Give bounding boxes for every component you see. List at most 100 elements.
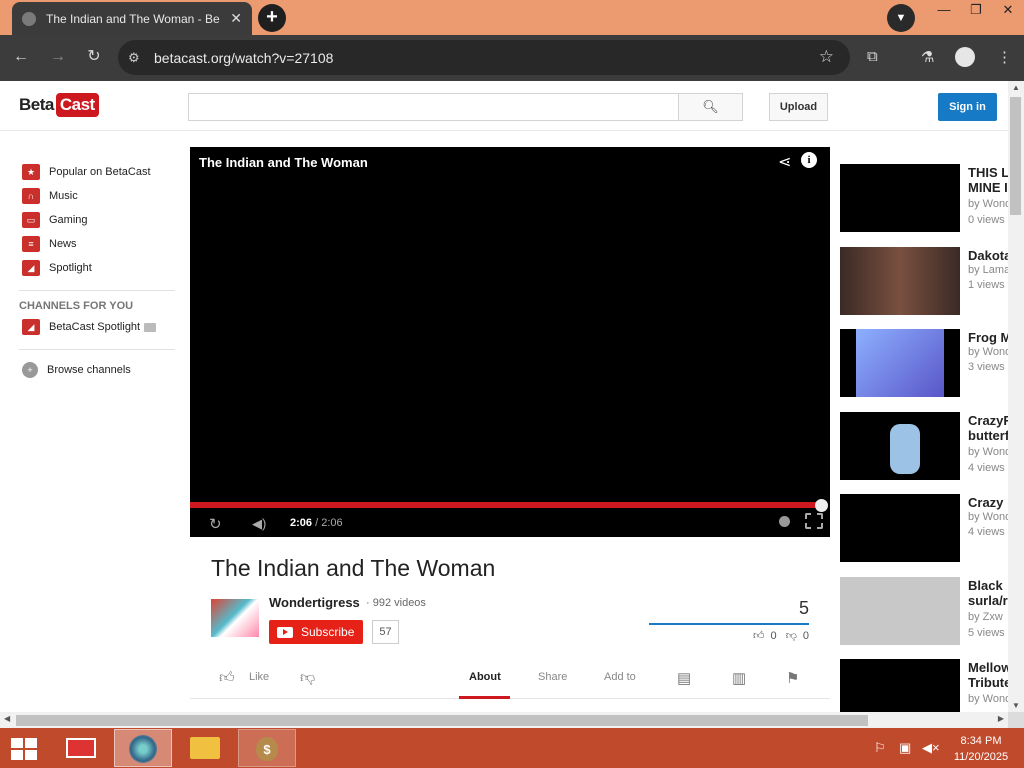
transcript-icon[interactable]: ▤ <box>677 669 691 687</box>
video-thumbnail[interactable] <box>840 659 960 712</box>
related-title[interactable]: Mellow <box>968 660 1008 675</box>
related-channel: by Wond <box>968 446 1008 458</box>
scroll-left-arrow-icon[interactable]: ◀ <box>4 714 10 723</box>
related-title-line2[interactable]: butterf <box>968 428 1008 443</box>
search-button[interactable]: 🔍︎ <box>678 93 743 121</box>
taskbar-app-browser[interactable] <box>114 729 172 767</box>
close-window-button[interactable]: ✕ <box>992 0 1024 22</box>
related-title[interactable]: Frog M <box>968 330 1008 345</box>
browse-channels[interactable]: + Browse channels <box>22 361 131 379</box>
volume-icon[interactable]: ◀) <box>252 516 266 532</box>
taskbar-app-files[interactable] <box>176 729 234 767</box>
tab-close-icon[interactable]: ✕ <box>230 10 242 27</box>
like-icon[interactable]: 👍︎ <box>219 669 235 687</box>
flag-notification-icon[interactable]: ⚐ <box>874 740 886 756</box>
info-icon[interactable]: i <box>801 152 817 168</box>
share-icon[interactable]: ⋖ <box>778 152 791 172</box>
restore-button[interactable]: ❐ <box>960 0 992 22</box>
related-video[interactable]: Dakota by Lama 1 views <box>840 247 1008 315</box>
related-channel: by Wond <box>968 511 1008 523</box>
tab-about[interactable]: About <box>469 671 501 683</box>
related-video[interactable]: CrazyF butterf by Wond 4 views <box>840 412 1008 480</box>
profile-avatar-icon[interactable] <box>955 47 975 67</box>
scrubber-handle[interactable] <box>815 499 828 512</box>
labs-flask-icon[interactable]: ⚗ <box>921 48 934 66</box>
dislike-icon[interactable]: 👎︎ <box>300 669 315 687</box>
scrollbar-thumb[interactable] <box>16 715 868 726</box>
video-player[interactable]: The Indian and The Woman ⋖ i ↻ ◀) 2:06 /… <box>190 147 830 537</box>
minimize-button[interactable]: — <box>928 0 960 22</box>
video-thumbnail[interactable] <box>840 494 960 562</box>
related-video[interactable]: THIS LITTLE MINE I by Wond 0 views <box>840 164 1008 232</box>
video-thumbnail[interactable] <box>840 164 960 232</box>
volume-muted-icon[interactable]: ◀× <box>922 740 940 756</box>
replay-icon[interactable]: ↻ <box>209 515 222 533</box>
tab-search-button[interactable]: ▼ <box>887 4 915 32</box>
site-info-icon[interactable]: ⚙ <box>128 50 140 66</box>
menu-dots-icon[interactable]: ⋮ <box>997 48 1012 66</box>
total-time: / 2:06 <box>315 517 343 529</box>
taskbar-app-money[interactable]: $ <box>238 729 296 767</box>
related-title[interactable]: THIS LITTLE <box>968 165 1008 180</box>
related-title[interactable]: Dakota <box>968 248 1008 263</box>
like-button[interactable]: Like <box>249 671 269 683</box>
bookmark-star-icon[interactable]: ☆ <box>819 47 834 67</box>
taskbar-clock[interactable]: 8:34 PM 11/20/2025 <box>950 733 1012 765</box>
extensions-icon[interactable]: ⧉ <box>867 48 878 65</box>
related-title[interactable]: CrazyF <box>968 413 1008 428</box>
guide-item-gaming[interactable]: ▭ Gaming <box>22 211 88 229</box>
browser-tab[interactable]: The Indian and The Woman - Be ✕ <box>12 2 252 35</box>
guide-item-music[interactable]: ∩ Music <box>22 187 78 205</box>
guide-item-popular[interactable]: ★ Popular on BetaCast <box>22 163 151 181</box>
video-count: · 992 videos <box>366 597 426 609</box>
video-thumbnail[interactable] <box>840 247 960 315</box>
video-thumbnail[interactable] <box>840 329 960 397</box>
tab-add-to[interactable]: Add to <box>604 671 636 683</box>
reload-icon[interactable]: ↻ <box>83 46 105 68</box>
back-arrow-icon[interactable]: ← <box>10 46 32 68</box>
forward-arrow-icon[interactable]: → <box>47 46 69 68</box>
flag-icon[interactable]: ⚑ <box>786 669 799 687</box>
horizontal-scrollbar[interactable]: ◀ ▶ <box>0 712 1008 728</box>
related-video[interactable]: Frog M by Wond 3 views <box>840 329 1008 397</box>
address-bar[interactable]: ⚙ betacast.org/watch?v=27108 ☆ <box>118 40 850 75</box>
related-video[interactable]: Crazy by Wond 4 views <box>840 494 1008 562</box>
settings-icon[interactable] <box>779 516 790 527</box>
progress-bar[interactable] <box>190 502 822 508</box>
guide-item-channel[interactable]: ◢ BetaCast Spotlight <box>22 318 157 336</box>
fullscreen-icon[interactable] <box>805 513 823 529</box>
subscribe-button[interactable]: Subscribe <box>269 620 363 644</box>
taskbar-app-mail[interactable] <box>52 729 110 767</box>
scrollbar-thumb[interactable] <box>1010 97 1021 215</box>
upload-button[interactable]: Upload <box>769 93 828 121</box>
player-title[interactable]: The Indian and The Woman <box>199 155 368 170</box>
related-title[interactable]: Black <box>968 578 1008 593</box>
sign-in-button[interactable]: Sign in <box>938 93 997 121</box>
channel-avatar[interactable] <box>211 599 259 637</box>
vertical-scrollbar[interactable]: ▲ ▼ <box>1008 81 1024 712</box>
guide-item-spotlight[interactable]: ◢ Spotlight <box>22 259 92 277</box>
tab-share[interactable]: Share <box>538 671 567 683</box>
scroll-down-arrow-icon[interactable]: ▼ <box>1012 701 1020 710</box>
related-title-line2[interactable]: Tribute <box>968 675 1008 690</box>
related-title-line2[interactable]: MINE I <box>968 180 1008 195</box>
spotlight-icon: ◢ <box>22 260 40 276</box>
active-tab-indicator <box>459 696 510 699</box>
start-windows-icon[interactable] <box>11 738 37 760</box>
guide-item-news[interactable]: ≡ News <box>22 235 77 253</box>
search-input[interactable] <box>188 93 679 121</box>
betacast-logo[interactable]: Beta Cast <box>19 93 99 117</box>
channel-name[interactable]: Wondertigress <box>269 595 360 610</box>
network-icon[interactable]: ▣ <box>899 740 911 756</box>
video-thumbnail[interactable] <box>840 577 960 645</box>
new-tab-button[interactable]: + <box>258 4 286 32</box>
scroll-right-arrow-icon[interactable]: ▶ <box>998 714 1004 723</box>
video-thumbnail[interactable] <box>840 412 960 480</box>
related-title-line2[interactable]: surla/r <box>968 593 1008 608</box>
related-title[interactable]: Crazy <box>968 495 1008 510</box>
related-video[interactable]: Black surla/r by Zxw 5 views <box>840 577 1008 645</box>
related-video[interactable]: Mellow Tribute by Wond <box>840 659 1008 712</box>
scroll-up-arrow-icon[interactable]: ▲ <box>1012 83 1020 92</box>
newspaper-icon: ≡ <box>22 236 40 252</box>
stats-icon[interactable]: ▥ <box>732 669 746 687</box>
